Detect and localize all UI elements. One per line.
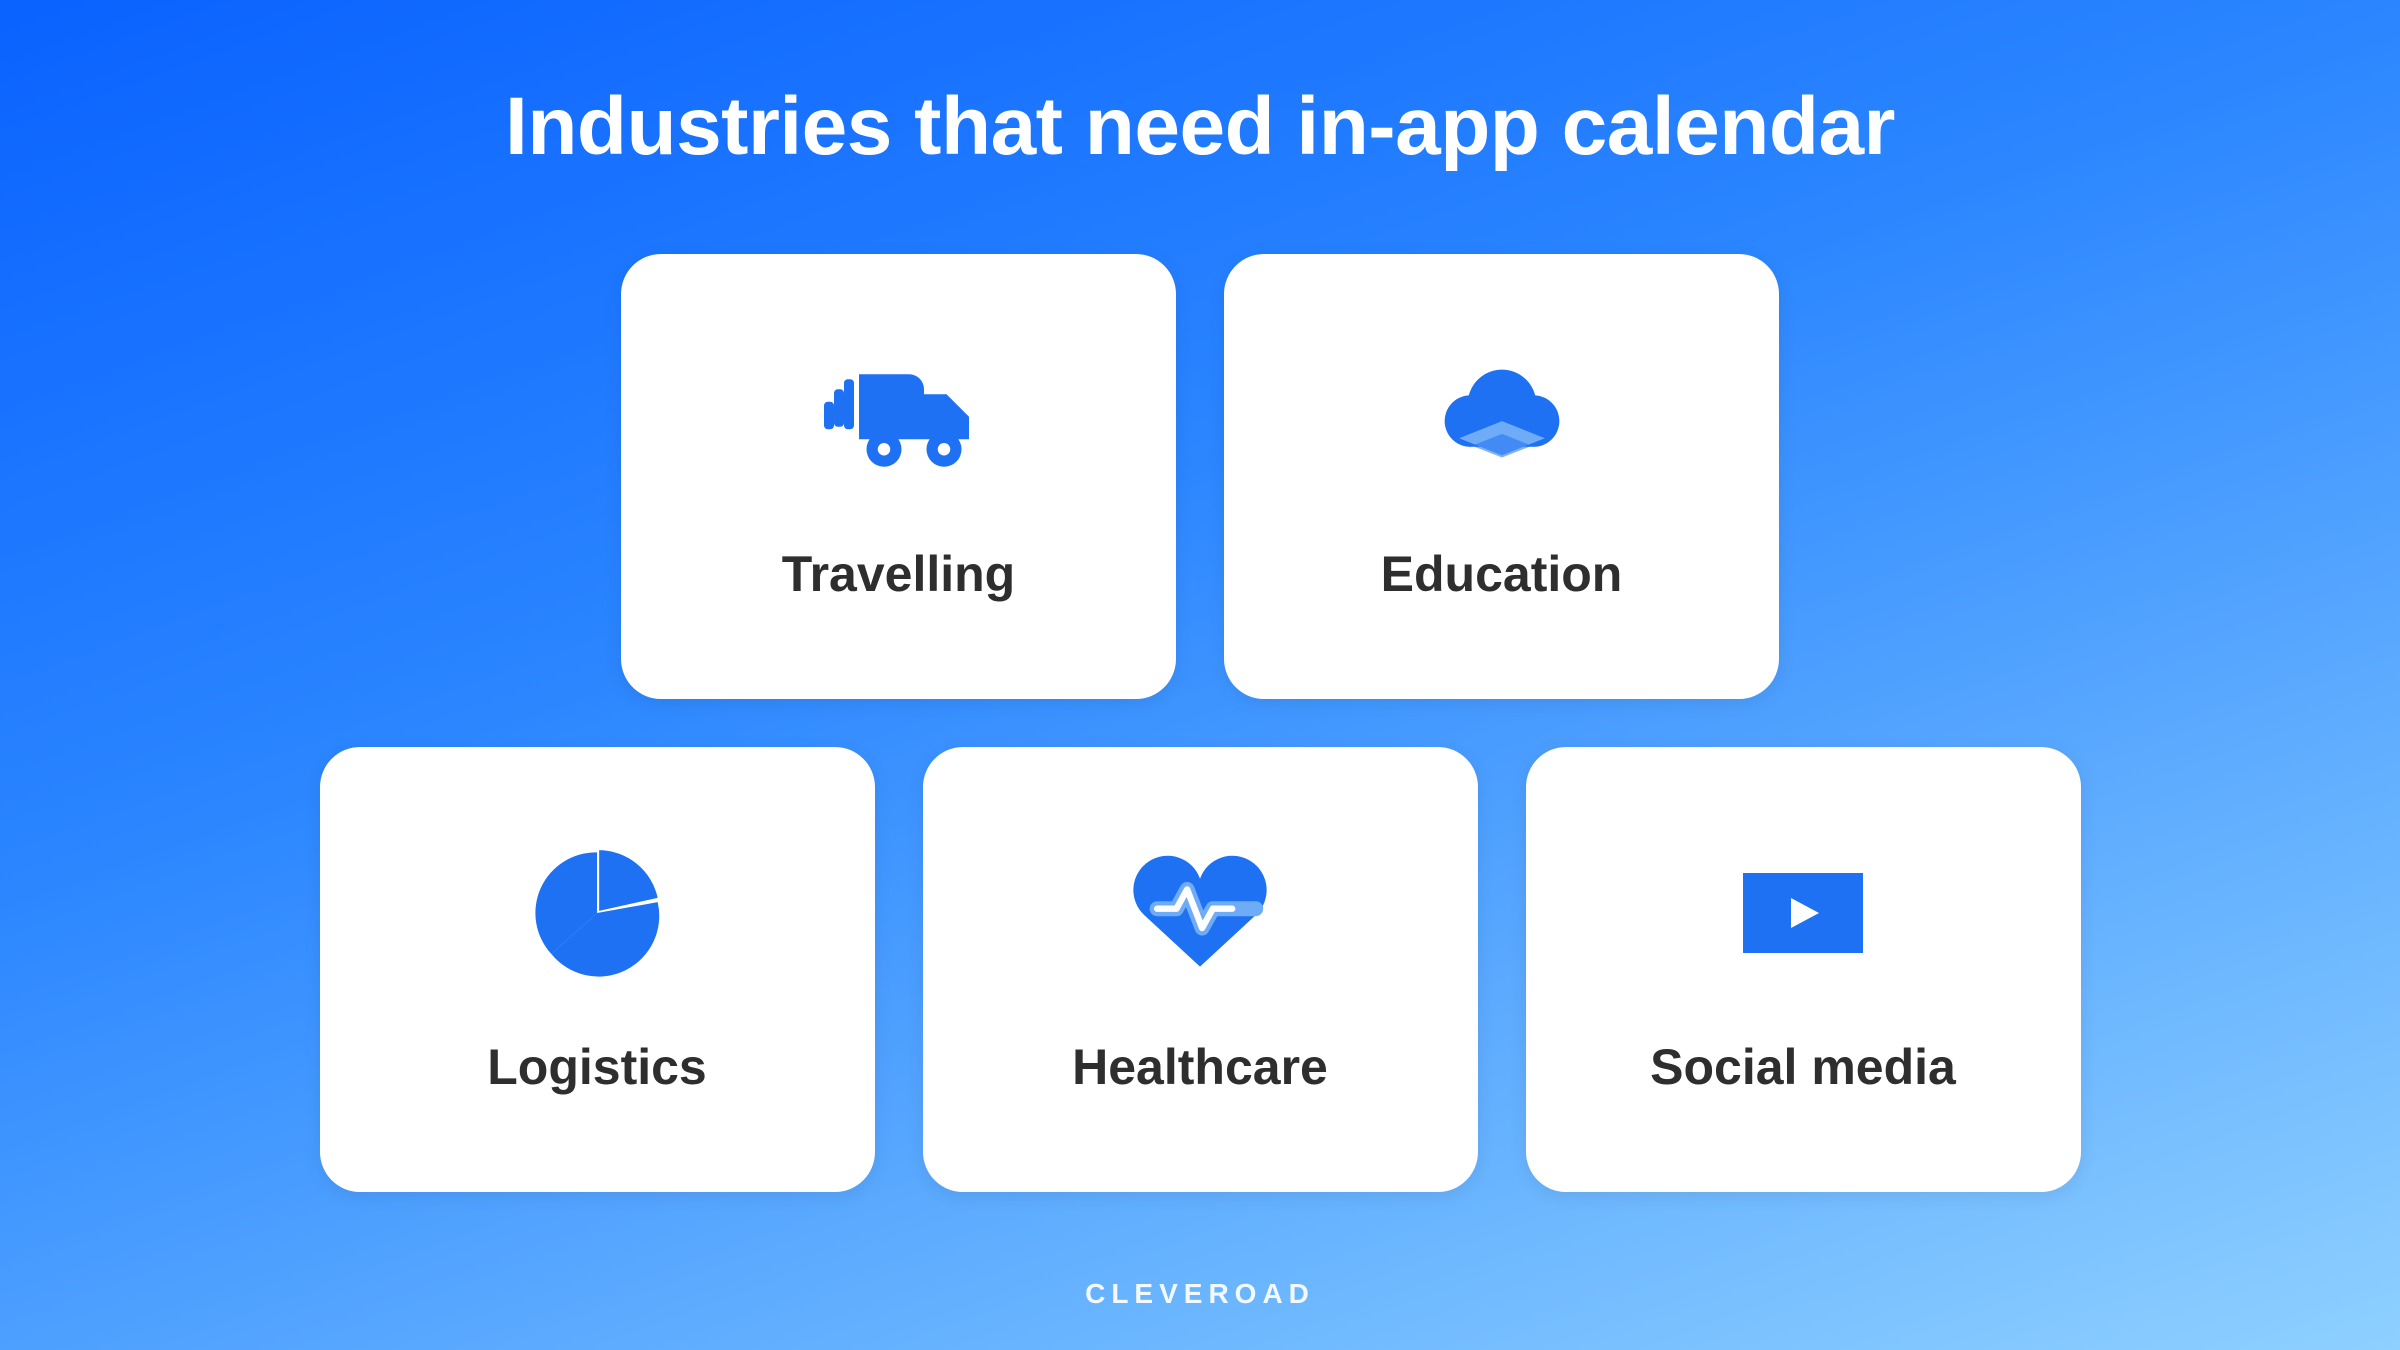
heart-pulse-icon (1120, 843, 1280, 983)
pie-chart-icon (517, 843, 677, 983)
card-grid: Travelling Education (320, 254, 2081, 1192)
card-education: Education (1224, 254, 1779, 699)
truck-icon (819, 350, 979, 490)
card-label: Social media (1650, 1038, 1956, 1096)
card-row-top: Travelling Education (320, 254, 2081, 699)
card-healthcare: Healthcare (923, 747, 1478, 1192)
card-label: Travelling (782, 545, 1015, 603)
cloud-cap-icon (1422, 350, 1582, 490)
card-label: Logistics (487, 1038, 706, 1096)
card-label: Education (1381, 545, 1623, 603)
card-logistics: Logistics (320, 747, 875, 1192)
page-title: Industries that need in-app calendar (505, 80, 1895, 174)
video-play-icon (1723, 843, 1883, 983)
card-social-media: Social media (1526, 747, 2081, 1192)
footer-brand: CLEVEROAD (0, 1278, 2400, 1310)
card-travelling: Travelling (621, 254, 1176, 699)
card-row-bottom: Logistics Healthcare Social media (320, 747, 2081, 1192)
card-label: Healthcare (1072, 1038, 1328, 1096)
